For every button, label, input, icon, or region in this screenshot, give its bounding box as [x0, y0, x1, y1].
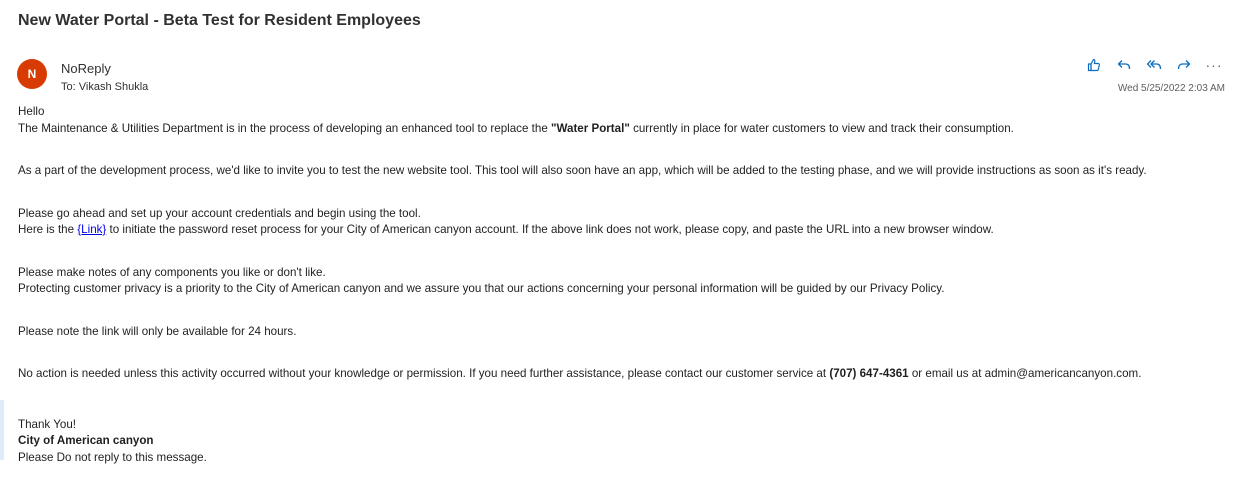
paragraph-development: As a part of the development process, we… — [18, 164, 1147, 177]
intro-text: The Maintenance & Utilities Department i… — [18, 121, 551, 135]
paragraph-setup: Please go ahead and set up your account … — [18, 206, 421, 220]
paragraph-privacy: Protecting customer privacy is a priorit… — [18, 282, 945, 295]
message-timestamp: Wed 5/25/2022 2:03 AM — [1117, 83, 1225, 94]
thanks-line: Thank You! — [18, 417, 77, 431]
more-options-button[interactable]: ··· — [1204, 56, 1224, 74]
link-text-post: to initiate the password reset process f… — [106, 223, 994, 236]
footer-note: Please Do not reply to this message. — [18, 450, 207, 464]
sender-name[interactable]: NoReply — [61, 61, 111, 76]
paragraph-availability: Please note the link will only be availa… — [18, 324, 297, 338]
paragraph-contact: No action is needed unless this activity… — [18, 366, 1233, 383]
reply-all-icon — [1146, 60, 1162, 70]
recipient-name[interactable]: Vikash Shukla — [79, 81, 149, 93]
contact-text-pre: No action is needed unless this activity… — [18, 367, 830, 380]
water-portal-bold: "Water Portal" — [550, 121, 630, 135]
greeting: Hello — [18, 105, 45, 118]
left-edge-bar — [0, 400, 4, 460]
reply-all-button[interactable] — [1144, 56, 1164, 74]
message-actions: ··· — [1084, 56, 1224, 74]
email-body: Hello The Maintenance & Utilities Depart… — [18, 104, 1233, 466]
like-icon — [1087, 58, 1100, 72]
forward-icon — [1177, 60, 1191, 70]
paragraph-intro: The Maintenance & Utilities Department i… — [18, 121, 1233, 138]
signature: City of American canyon — [18, 433, 1233, 450]
reply-button[interactable] — [1114, 56, 1134, 74]
paragraph-link: Here is the {Link} to initiate the passw… — [18, 222, 1233, 239]
phone-number: (707) 647-4361 — [829, 367, 909, 380]
like-button[interactable] — [1084, 56, 1104, 74]
recipient-line: To: Vikash Shukla — [61, 81, 148, 93]
signature-name: City of American canyon — [18, 434, 154, 447]
password-reset-link[interactable]: {Link} — [77, 223, 106, 236]
intro-text-end: currently in place for water customers t… — [629, 121, 1014, 135]
paragraph-notes: Please make notes of any components you … — [18, 265, 326, 279]
email-subject: New Water Portal - Beta Test for Residen… — [18, 12, 421, 29]
reply-icon — [1117, 60, 1131, 70]
link-text-pre: Here is the — [18, 223, 78, 236]
to-label: To: — [61, 81, 76, 93]
contact-text-post: or email us at admin@americancanyon.com. — [908, 367, 1142, 380]
sender-avatar[interactable]: N — [17, 59, 47, 89]
forward-button[interactable] — [1174, 56, 1194, 74]
